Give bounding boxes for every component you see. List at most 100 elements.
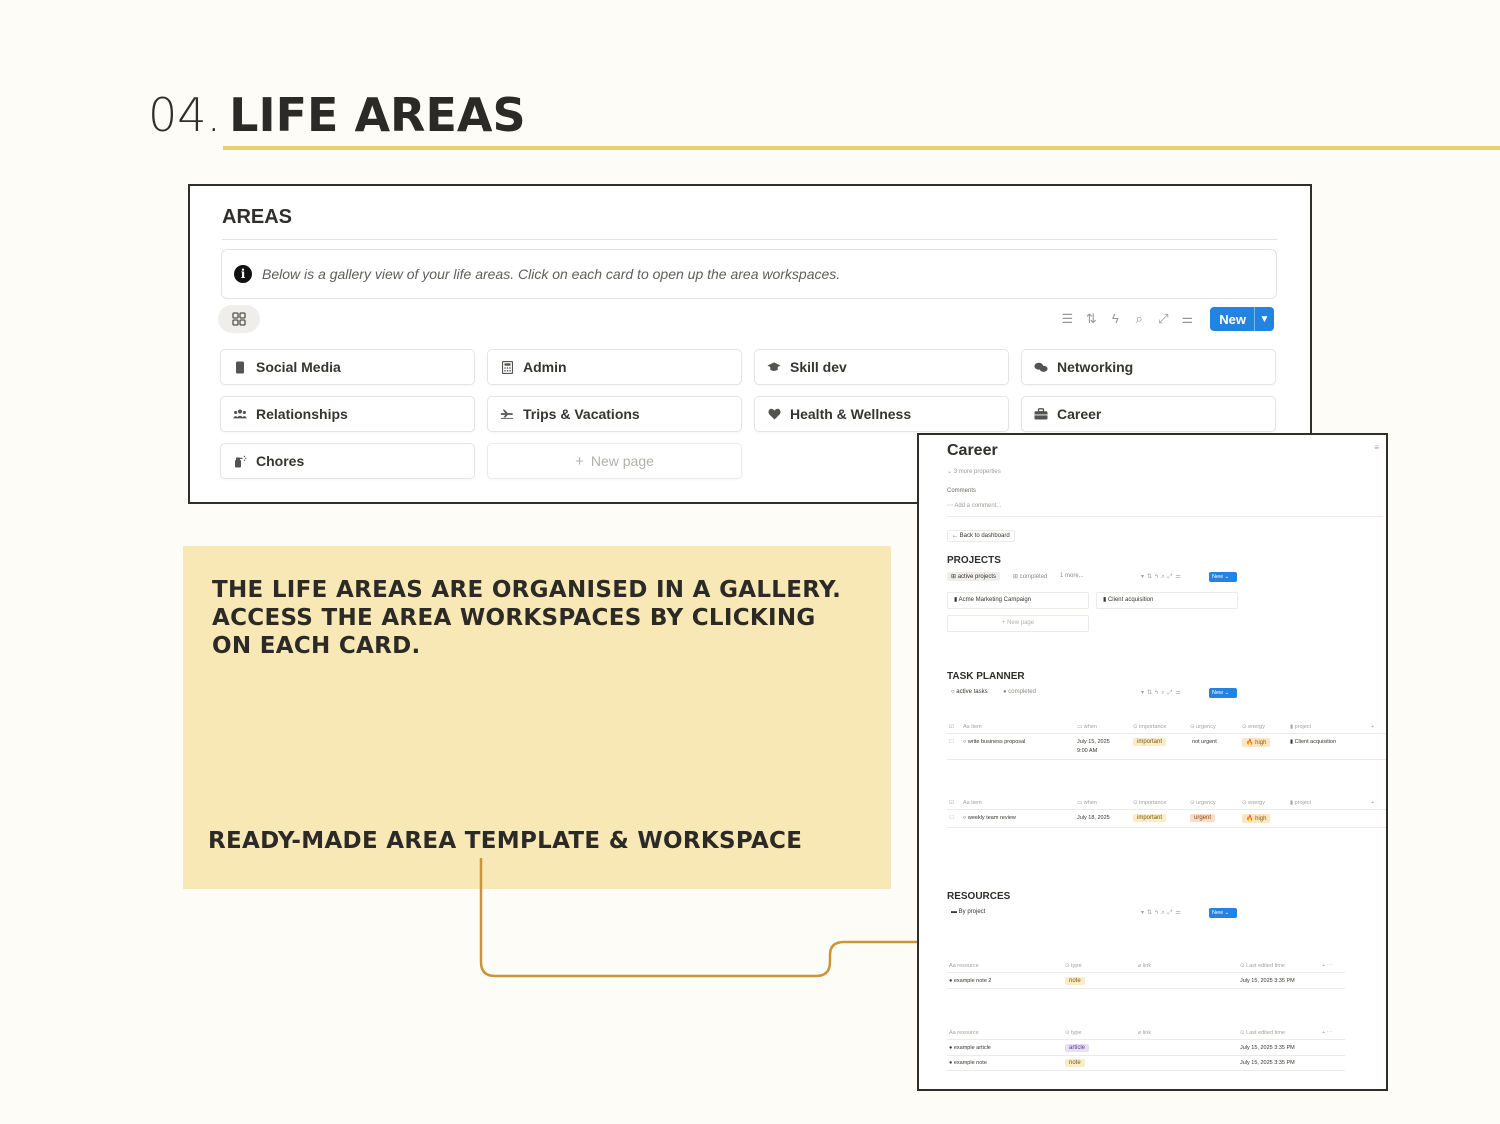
- add-column-icon[interactable]: + ⋯: [1322, 963, 1332, 969]
- energy-tag: 🔥 high: [1242, 738, 1271, 747]
- areas-heading: AREAS: [222, 206, 293, 228]
- column-header: ▭ when: [1077, 800, 1097, 806]
- column-header: ⊙ urgency: [1190, 800, 1216, 806]
- add-column-icon[interactable]: +: [1371, 724, 1374, 730]
- column-header: ⊙ energy: [1242, 724, 1265, 730]
- area-card-label: Career: [1057, 406, 1102, 422]
- gallery-grid-icon: [232, 312, 246, 326]
- gallery-view-tab[interactable]: [218, 305, 260, 333]
- divider: [947, 759, 1386, 760]
- area-card-chores[interactable]: Chores: [220, 443, 475, 479]
- briefcase-icon: [1034, 407, 1048, 421]
- new-page-label: New page: [590, 453, 654, 469]
- last-edited: July 15, 2025 3:35 PM: [1240, 1060, 1295, 1066]
- tab-active-tasks[interactable]: ○ active tasks: [947, 688, 992, 696]
- column-header: ⊙ energy: [1242, 800, 1265, 806]
- graduation-cap-icon: [767, 360, 781, 374]
- expand-icon[interactable]: ⤢: [1156, 312, 1170, 326]
- area-card-admin[interactable]: Admin: [487, 349, 742, 385]
- search-icon[interactable]: ⌕: [1132, 312, 1146, 326]
- last-edited: July 15, 2025 3:35 PM: [1240, 978, 1295, 984]
- projects-new-button[interactable]: New ⌄: [1209, 572, 1237, 582]
- area-card-health-wellness[interactable]: Health & Wellness: [754, 396, 1009, 432]
- career-title: Career: [947, 442, 998, 459]
- calculator-icon: [500, 360, 514, 374]
- row-checkbox[interactable]: ☐: [949, 739, 954, 745]
- promo-subtitle: READY-MADE AREA TEMPLATE & WORKSPACE: [208, 828, 803, 854]
- more-properties[interactable]: ⌄ 3 more properties: [947, 468, 1001, 475]
- task-when: July 18, 2025: [1077, 815, 1110, 821]
- urgency-tag: not urgent: [1192, 739, 1217, 745]
- area-card-trips-vacations[interactable]: Trips & Vacations: [487, 396, 742, 432]
- sort-icon[interactable]: ⇅: [1084, 312, 1098, 326]
- divider: [947, 809, 1386, 810]
- tab-completed-tasks[interactable]: ● completed: [999, 688, 1040, 696]
- add-comment-input[interactable]: ⋯ Add a comment...: [947, 502, 1001, 509]
- area-card-networking[interactable]: Networking: [1021, 349, 1276, 385]
- area-card-skill-dev[interactable]: Skill dev: [754, 349, 1009, 385]
- automation-bolt-icon[interactable]: ϟ: [1108, 312, 1122, 326]
- project-card[interactable]: ▮ Client acquisition: [1096, 592, 1238, 609]
- divider: [947, 988, 1345, 989]
- project-card[interactable]: ▮ Acme Marketing Campaign: [947, 592, 1089, 609]
- importance-tag: important: [1133, 814, 1167, 822]
- add-column-icon[interactable]: + ⋯: [1322, 1030, 1332, 1036]
- area-card-career[interactable]: Career: [1021, 396, 1276, 432]
- chat-bubbles-icon: [1034, 360, 1048, 374]
- tab-more[interactable]: 1 more...: [1056, 572, 1088, 580]
- tab-active-projects[interactable]: ⊞ active projects: [947, 572, 1001, 581]
- phone-icon: [233, 360, 247, 374]
- task-item[interactable]: ○ write business proposal: [963, 739, 1025, 745]
- resource-name[interactable]: ● example note: [949, 1060, 987, 1066]
- promo-box: THE LIFE AREAS ARE ORGANISED IN A GALLER…: [183, 546, 891, 889]
- column-header: ⊙ type: [1065, 1030, 1082, 1036]
- divider: [222, 239, 1277, 240]
- area-card-label: Admin: [523, 359, 567, 375]
- spray-bottle-icon: [233, 454, 247, 468]
- filter-icon[interactable]: ☰: [1060, 312, 1074, 326]
- task-time: 9:00 AM: [1077, 748, 1098, 754]
- new-button[interactable]: New ▼: [1210, 307, 1274, 331]
- row-checkbox[interactable]: ☐: [949, 815, 954, 821]
- career-workspace-preview[interactable]: Career ≡ ⌄ 3 more properties Comments ⋯ …: [917, 433, 1388, 1091]
- task-item[interactable]: ○ weekly team review: [963, 815, 1016, 821]
- resource-name[interactable]: ● example note 2: [949, 978, 991, 984]
- divider: [947, 1055, 1345, 1056]
- area-card-label: Networking: [1057, 359, 1134, 375]
- new-page-card[interactable]: + New page: [487, 443, 742, 479]
- divider: [947, 1070, 1345, 1071]
- view-toolbar-icons[interactable]: ▾⇅ϟ⌕⤢⚌: [1141, 909, 1184, 917]
- tab-by-project[interactable]: ▬ By project: [947, 908, 989, 916]
- divider: [947, 1039, 1345, 1040]
- section-number: 04.: [148, 88, 222, 142]
- energy-tag: 🔥 high: [1242, 814, 1271, 823]
- comments-label: Comments: [947, 488, 977, 494]
- area-card-label: Relationships: [256, 406, 348, 422]
- task-project[interactable]: ▮ Client acquisition: [1290, 739, 1336, 745]
- menu-icon[interactable]: ≡: [1374, 443, 1380, 452]
- area-card-relationships[interactable]: Relationships: [220, 396, 475, 432]
- plus-icon: +: [575, 452, 584, 470]
- chevron-down-icon[interactable]: ▼: [1254, 307, 1274, 331]
- area-card-social-media[interactable]: Social Media: [220, 349, 475, 385]
- back-to-dashboard-button[interactable]: ← Back to dashboard: [947, 530, 1015, 542]
- divider: [947, 733, 1386, 734]
- column-header: ⊙ Last edited time: [1240, 963, 1285, 969]
- divider: [947, 827, 1386, 828]
- resource-name[interactable]: ● example article: [949, 1045, 991, 1051]
- settings-sliders-icon[interactable]: ⚌: [1180, 312, 1194, 326]
- type-tag: article: [1065, 1044, 1090, 1052]
- heart-icon: [767, 407, 781, 421]
- column-header: ▮ project: [1290, 800, 1312, 806]
- new-page-card[interactable]: + New page: [947, 615, 1089, 632]
- view-toolbar-icons[interactable]: ▾⇅ϟ⌕⤢⚌: [1141, 573, 1184, 581]
- view-toolbar-icons[interactable]: ▾⇅ϟ⌕⤢⚌: [1141, 689, 1184, 697]
- last-edited: July 15, 2025 3:35 PM: [1240, 1045, 1295, 1051]
- tasks-new-button[interactable]: New ⌄: [1209, 688, 1237, 698]
- resources-new-button[interactable]: New ⌄: [1209, 908, 1237, 918]
- add-column-icon[interactable]: +: [1371, 800, 1374, 806]
- tab-completed[interactable]: ⊞ completed: [1009, 572, 1051, 581]
- column-header: Aa resource: [949, 963, 979, 969]
- urgency-tag: urgent: [1190, 814, 1216, 822]
- promo-main-text: THE LIFE AREAS ARE ORGANISED IN A GALLER…: [212, 577, 842, 659]
